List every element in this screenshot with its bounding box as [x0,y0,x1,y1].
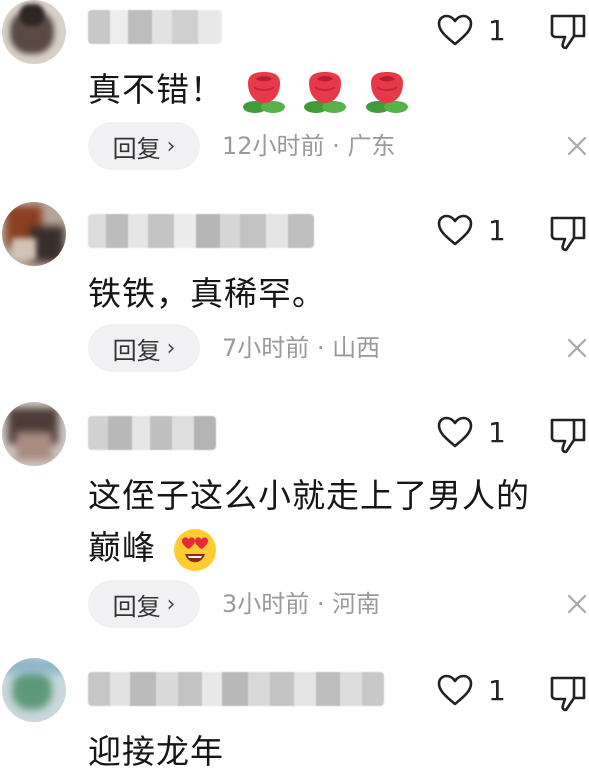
heart-outline-icon [437,416,473,448]
avatar[interactable] [2,0,66,64]
comment-location: 河南 [332,590,381,618]
comment-text-content: 巅峰 [88,528,156,567]
like-count: 1 [488,13,506,47]
comment-location: 山西 [332,334,381,362]
chevron-right-icon: › [166,133,176,159]
username-blurred[interactable] [88,10,222,44]
close-x-icon[interactable] [566,337,588,359]
comment-text-content: 真不错！ [88,70,224,109]
thumbs-down-outline-icon[interactable] [548,414,588,456]
reply-label: 回复 [112,336,161,365]
comment-text-content: 铁铁，真稀罕。 [88,274,326,313]
comment-meta: 12小时前 · 广东 [222,122,395,170]
meta-separator: · [309,590,333,618]
rose-emoji-icon [304,71,346,113]
comment-text-line: 这侄子这么小就走上了男人的 [88,470,530,522]
like-button[interactable]: 1 [436,208,526,252]
comment-text: 迎接龙年 [88,726,224,778]
meta-separator: · [324,132,348,160]
reply-button[interactable]: 回复 › [88,324,200,372]
comment-text: 铁铁，真稀罕。 [88,268,326,320]
reply-label: 回复 [112,592,161,621]
thumbs-down-outline-icon[interactable] [548,10,588,52]
thumbs-down-outline-icon[interactable] [548,212,588,254]
comment-time: 3小时前 [222,590,310,618]
like-count: 1 [488,673,506,707]
like-button[interactable]: 1 [436,8,526,52]
comment-time: 7小时前 [222,334,310,362]
comment-meta: 7小时前 · 山西 [222,324,380,372]
username-blurred[interactable] [88,214,314,248]
comment-meta: 3小时前 · 河南 [222,580,380,628]
comment-item: 1 这侄子这么小就走上了男人的 巅峰 回复 › 3小时前 · 河南 [0,398,589,648]
comment-text-content: 迎接龙年 [88,732,224,771]
reply-label: 回复 [112,134,161,163]
username-blurred[interactable] [88,416,216,450]
comment-text-line: 巅峰 [88,522,218,574]
chevron-right-icon: › [166,335,176,361]
heart-eyes-emoji-icon [173,528,216,571]
comment-text: 真不错！ [88,64,409,116]
avatar[interactable] [2,402,66,466]
comment-location: 广东 [347,132,396,160]
heart-outline-icon [437,14,473,46]
close-x-icon[interactable] [566,135,588,157]
comment-text-content: 这侄子这么小就走上了男人的 [88,476,530,515]
heart-outline-icon [437,214,473,246]
rose-emoji-icon [365,71,408,113]
like-count: 1 [488,415,506,449]
avatar[interactable] [2,658,66,722]
meta-separator: · [309,334,333,362]
reply-button[interactable]: 回复 › [88,122,200,170]
avatar[interactable] [2,202,66,266]
heart-outline-icon [437,674,473,706]
reply-button[interactable]: 回复 › [88,580,200,628]
comment-time: 12小时前 [222,132,325,160]
rose-emoji-icon [242,71,285,113]
like-count: 1 [488,213,506,247]
comment-item: 1 迎接龙年 [0,654,589,771]
chevron-right-icon: › [166,591,176,617]
like-button[interactable]: 1 [436,668,526,712]
close-x-icon[interactable] [566,593,588,615]
thumbs-down-outline-icon[interactable] [548,672,588,714]
comment-item: 1 铁铁，真稀罕。 回复 › 7小时前 · 山西 [0,196,589,386]
comment-item: 1 真不错！ 回复 › 12小时前 · 广东 [0,0,589,190]
like-button[interactable]: 1 [436,410,526,454]
username-blurred[interactable] [88,672,384,706]
